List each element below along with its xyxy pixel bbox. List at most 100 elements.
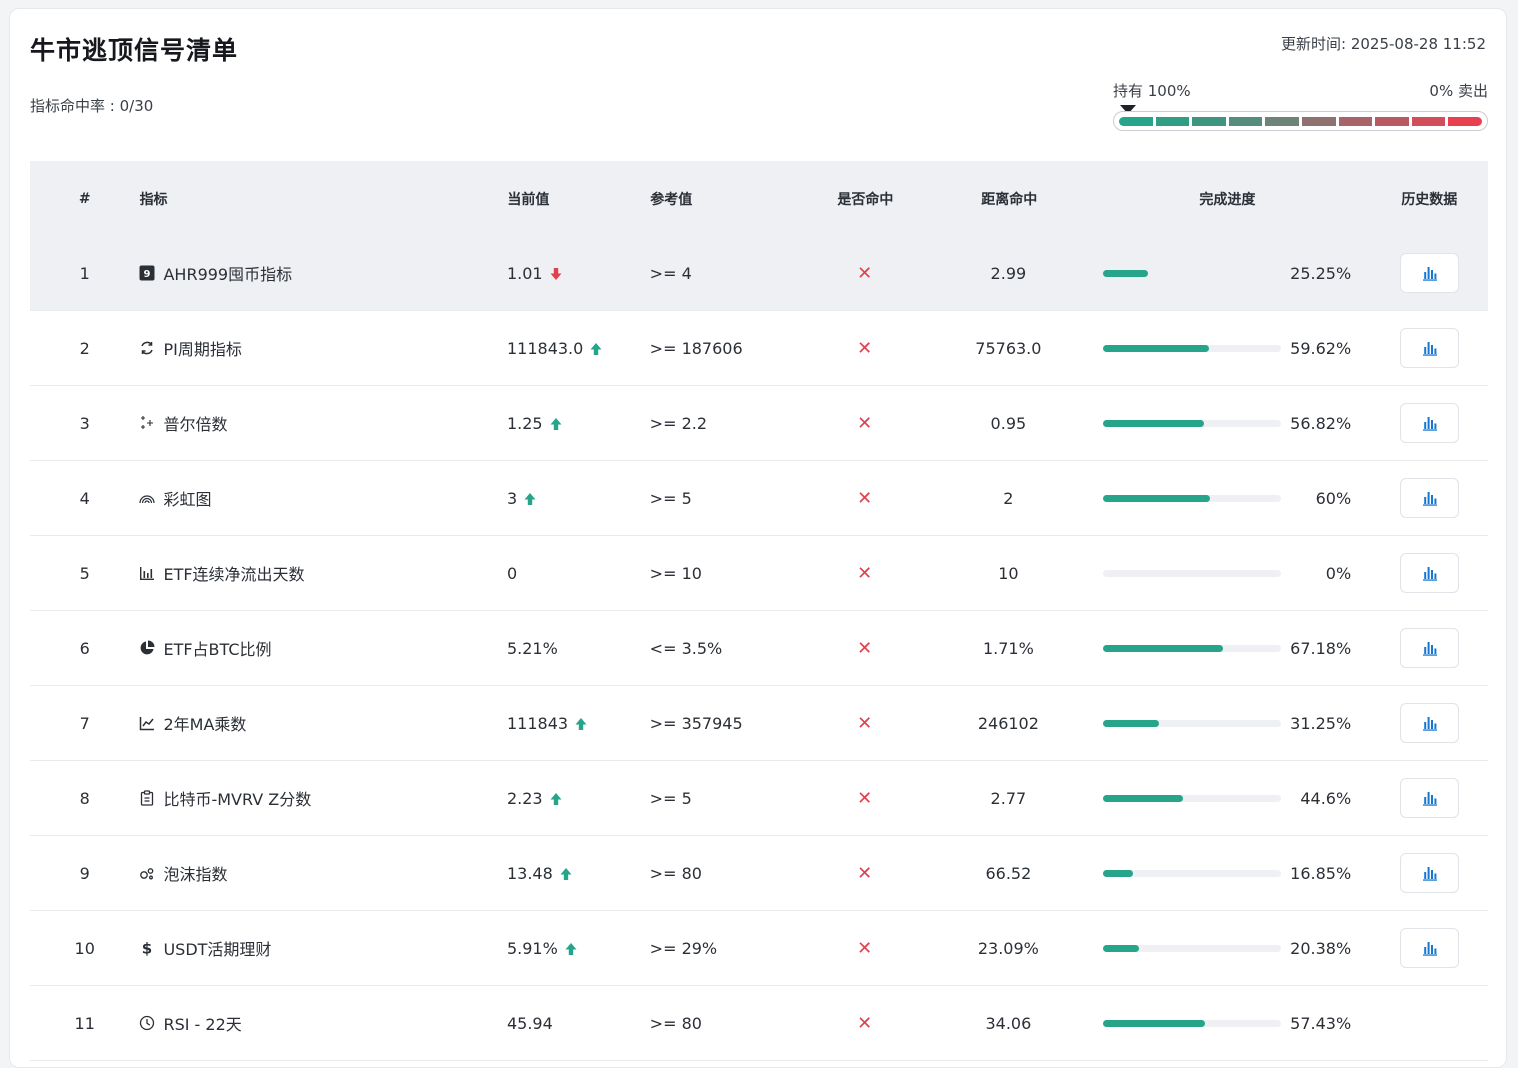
bar-chart-icon [1421, 640, 1439, 656]
history-chart-button[interactable] [1400, 328, 1460, 368]
hit-status: ✕ [816, 413, 914, 434]
cycle-icon [139, 340, 155, 356]
history-chart-button[interactable] [1400, 553, 1460, 593]
not-hit-icon: ✕ [857, 787, 873, 809]
bar-chart-icon [1421, 790, 1439, 806]
indicator-name[interactable]: USDT活期理财 [163, 936, 271, 960]
history-chart-button[interactable] [1400, 478, 1460, 518]
indicator-name[interactable]: ETF占BTC比例 [163, 636, 271, 660]
table-row[interactable]: 6 ETF占BTC比例 5.21% <= 3.5% ✕ 1.71% 67.18% [30, 611, 1488, 686]
table-row[interactable]: 1 9 AHR999囤币指标 1.01 >= 4 ✕ 2.99 25.25% [30, 236, 1488, 311]
indicator-name[interactable]: AHR999囤币指标 [163, 261, 292, 285]
gauge-hold-label: 持有 100% [1113, 82, 1191, 100]
reference-value: >= 80 [649, 863, 702, 883]
progress-cell: 67.18% [1103, 639, 1351, 658]
progress-bar [1103, 644, 1282, 652]
distance-value: 75763.0 [975, 338, 1042, 358]
progress-bar [1103, 944, 1282, 952]
reference-value: >= 357945 [649, 713, 743, 733]
gauge-segment [1448, 116, 1482, 126]
progress-fill [1103, 344, 1210, 352]
history-cell [1351, 403, 1488, 443]
row-index: 4 [79, 488, 90, 508]
progress-cell: 56.82% [1103, 414, 1351, 433]
reference-value: >= 29% [649, 938, 718, 958]
row-index: 3 [79, 413, 90, 433]
reference-value: >= 80 [649, 1013, 702, 1033]
current-value: 0 [506, 563, 518, 583]
indicator-name[interactable]: PI周期指标 [163, 336, 241, 360]
indicator-name[interactable]: ETF连续净流出天数 [163, 561, 304, 585]
indicator-name[interactable]: 彩虹图 [163, 486, 211, 510]
indicator-cell: 彩虹图 [139, 486, 507, 510]
gauge-segment [1375, 116, 1409, 126]
progress-fill [1103, 794, 1183, 802]
history-cell [1351, 478, 1488, 518]
indicator-cell: ETF占BTC比例 [139, 636, 507, 660]
col-header-progress: 完成进度 [1199, 191, 1256, 208]
history-chart-button[interactable] [1400, 853, 1460, 893]
indicator-cell: 普尔倍数 [139, 411, 507, 435]
clipboard-icon [139, 790, 155, 806]
history-cell [1351, 778, 1488, 818]
current-value-cell: 3 [507, 489, 650, 508]
history-chart-button[interactable] [1400, 703, 1460, 743]
history-cell [1351, 853, 1488, 893]
progress-percent: 44.6% [1300, 788, 1352, 808]
table-row[interactable]: 10 $ USDT活期理财 5.91% >= 29% ✕ 23.09% 20.3… [30, 911, 1488, 986]
reference-value: >= 10 [649, 563, 702, 583]
table-row[interactable]: 3 普尔倍数 1.25 >= 2.2 ✕ 0.95 56.82% [30, 386, 1488, 461]
dollar-icon: $ [139, 940, 155, 956]
svg-text:9: 9 [144, 269, 151, 280]
bubbles-icon [139, 865, 155, 881]
progress-cell: 20.38% [1103, 939, 1351, 958]
trend-up-icon [523, 491, 537, 505]
current-value: 3 [506, 488, 518, 508]
progress-bar [1103, 344, 1282, 352]
table-row[interactable]: 11 RSI - 22天 45.94 >= 80 ✕ 34.06 57.43% [30, 986, 1488, 1061]
progress-bar [1103, 419, 1282, 427]
history-chart-button[interactable] [1400, 628, 1460, 668]
history-chart-button[interactable] [1400, 253, 1460, 293]
table-row[interactable]: 5 ETF连续净流出天数 0 >= 10 ✕ 10 0% [30, 536, 1488, 611]
history-chart-button[interactable] [1400, 778, 1460, 818]
gauge-segment [1411, 116, 1446, 126]
progress-fill [1103, 869, 1134, 877]
row-index: 2 [79, 338, 90, 358]
gauge-segment [1228, 116, 1263, 126]
indicator-name[interactable]: 泡沫指数 [163, 861, 227, 885]
table-row[interactable]: 2 PI周期指标 111843.0 >= 187606 ✕ 75763.0 59… [30, 311, 1488, 386]
table-row[interactable]: 4 彩虹图 3 >= 5 ✕ 2 60% [30, 461, 1488, 536]
indicator-cell: ETF连续净流出天数 [139, 561, 507, 585]
table-row[interactable]: 9 泡沫指数 13.48 >= 80 ✕ 66.52 16.85% [30, 836, 1488, 911]
current-value: 1.25 [506, 413, 543, 433]
history-chart-button[interactable] [1400, 928, 1460, 968]
bar-chart-icon [1421, 415, 1439, 431]
progress-bar [1103, 269, 1282, 277]
bar-chart-icon [1421, 940, 1439, 956]
progress-bar [1103, 794, 1282, 802]
not-hit-icon: ✕ [857, 937, 873, 959]
indicator-name[interactable]: 比特币-MVRV Z分数 [163, 786, 311, 810]
progress-percent: 67.18% [1290, 638, 1352, 658]
indicator-name[interactable]: RSI - 22天 [163, 1011, 241, 1035]
hit-status: ✕ [816, 263, 914, 284]
col-header-reference: 参考值 [650, 191, 693, 208]
current-value: 45.94 [506, 1013, 553, 1033]
distance-value: 2.77 [990, 788, 1027, 808]
table-row[interactable]: 8 比特币-MVRV Z分数 2.23 >= 5 ✕ 2.77 44.6% [30, 761, 1488, 836]
current-value: 5.21% [506, 638, 558, 658]
indicator-name[interactable]: 普尔倍数 [163, 411, 227, 435]
table-row[interactable]: 7 2年MA乘数 111843 >= 357945 ✕ 246102 31.25… [30, 686, 1488, 761]
history-chart-button[interactable] [1400, 403, 1460, 443]
trend-up-icon [549, 791, 563, 805]
gauge-sell-label: 0% 卖出 [1429, 82, 1488, 100]
indicator-name[interactable]: 2年MA乘数 [163, 711, 246, 735]
trend-up-icon [574, 716, 588, 730]
col-header-hit: 是否命中 [837, 191, 894, 208]
bar-chart-icon [1421, 265, 1439, 281]
distance-value: 1.71% [982, 638, 1034, 658]
progress-fill [1103, 1019, 1206, 1027]
row-index: 9 [79, 863, 90, 883]
current-value: 1.01 [506, 263, 543, 283]
